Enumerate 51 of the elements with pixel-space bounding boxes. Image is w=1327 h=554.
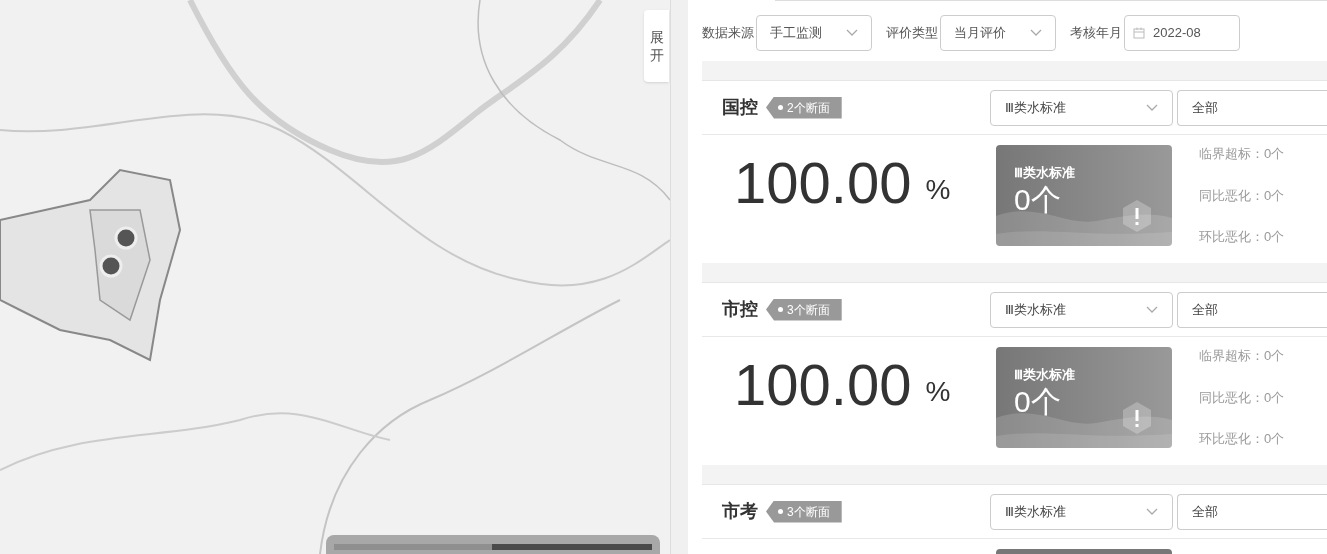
select-field[interactable]: 当月评价 xyxy=(940,15,1056,51)
section-title: 国控 xyxy=(722,96,758,119)
rate-value: 100.00 xyxy=(734,353,912,417)
select-value: Ⅲ类水标准 xyxy=(1005,98,1066,117)
select-value: 全部 xyxy=(1192,98,1218,117)
stat-text: 临界超标：0个 xyxy=(1199,347,1285,365)
card-label: Ⅲ类水标准 xyxy=(1014,164,1075,182)
filter-label: 考核年月 xyxy=(1070,24,1122,43)
select-field[interactable]: Ⅲ类水标准 xyxy=(990,291,1173,328)
rate-unit: % xyxy=(925,173,951,207)
select-value: 全部 xyxy=(1192,300,1218,319)
select-field[interactable]: 全部 xyxy=(1177,89,1327,126)
select-value: 手工监测 xyxy=(770,24,822,43)
select-value: Ⅲ类水标准 xyxy=(1005,300,1066,319)
expand-tab[interactable]: 展开 xyxy=(644,10,669,82)
chevron-down-icon xyxy=(1146,103,1158,112)
filter-label: 评价类型 xyxy=(886,24,938,43)
section-title: 市考 xyxy=(722,500,758,523)
stat-text: 同比恶化：0个 xyxy=(1199,388,1285,407)
date-value: 2022-08 xyxy=(1153,24,1201,43)
rate-value: 100.00 xyxy=(734,151,912,215)
chevron-down-icon xyxy=(1146,305,1158,314)
card-label: Ⅲ类水标准 xyxy=(1014,366,1075,384)
select-field[interactable]: 全部 xyxy=(1177,291,1327,328)
warning-icon xyxy=(1122,401,1152,435)
splitter-bar[interactable] xyxy=(670,0,688,554)
rate-unit: % xyxy=(925,375,951,409)
stat-text: 环比恶化：0个 xyxy=(1199,430,1285,448)
select-value: Ⅲ类水标准 xyxy=(1005,502,1066,521)
select-field[interactable]: Ⅲ类水标准 xyxy=(990,493,1173,530)
section-badge: 3个断面 xyxy=(766,298,842,321)
select-field[interactable]: Ⅲ类水标准 xyxy=(990,89,1173,126)
date-field[interactable]: 2022-08 xyxy=(1124,15,1240,51)
card-count: 0个 xyxy=(1014,384,1061,419)
chevron-down-icon xyxy=(846,29,858,37)
card-count: 0个 xyxy=(1014,182,1061,217)
section-title: 市控 xyxy=(722,298,758,321)
section-badge: 3个断面 xyxy=(766,500,842,523)
chevron-down-icon xyxy=(1030,29,1042,37)
stat-text: 同比恶化：0个 xyxy=(1199,186,1285,205)
warning-icon xyxy=(1122,199,1152,233)
stat-text: 临界超标：0个 xyxy=(1199,145,1285,163)
calendar-icon xyxy=(1133,27,1145,39)
stat-text: 环比恶化：0个 xyxy=(1199,228,1285,246)
select-field[interactable]: 手工监测 xyxy=(756,15,872,51)
select-field[interactable]: 全部 xyxy=(1177,493,1327,530)
filter-label: 数据来源 xyxy=(702,24,754,43)
chevron-down-icon xyxy=(1146,507,1158,516)
section-badge: 2个断面 xyxy=(766,96,842,119)
select-value: 当月评价 xyxy=(954,24,1006,43)
select-value: 全部 xyxy=(1192,502,1218,521)
